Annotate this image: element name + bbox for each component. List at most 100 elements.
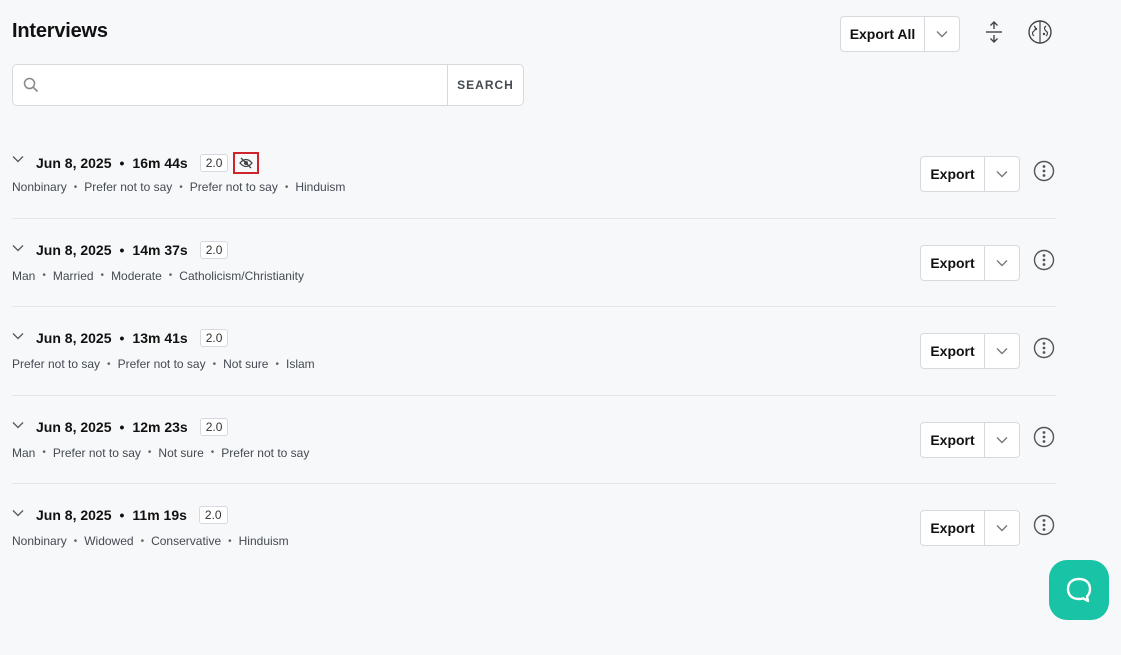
interview-row: Jun 8, 2025 • 14m 37s 2.0 Man • Married • Mo… xyxy=(12,219,1056,307)
export-dropdown-button[interactable] xyxy=(985,246,1019,280)
interview-attribute: Married xyxy=(52,268,94,283)
search-input[interactable] xyxy=(49,65,447,105)
interview-attribute: Moderate xyxy=(111,268,162,283)
expand-row-chevron-icon[interactable] xyxy=(12,508,24,518)
version-badge: 2.0 xyxy=(199,417,229,436)
export-split-button: Export xyxy=(920,244,1020,281)
interview-attributes: Prefer not to say • Prefer not to say • Not … xyxy=(12,357,315,371)
interview-attribute: Man xyxy=(12,268,36,283)
search-bar: SEARCH xyxy=(12,64,524,106)
expand-row-chevron-icon[interactable] xyxy=(12,331,24,341)
more-options-icon[interactable] xyxy=(1033,514,1055,536)
interview-row: Jun 8, 2025 • 13m 41s 2.0 Prefer not to … xyxy=(12,307,1056,396)
chevron-down-icon xyxy=(996,259,1008,266)
export-split-button: Export xyxy=(920,156,1020,192)
expand-collapse-icon xyxy=(986,21,1002,43)
version-badge: 2.0 xyxy=(199,240,229,259)
export-button[interactable]: Export xyxy=(921,422,985,457)
interview-attribute: Prefer not to say xyxy=(117,357,206,371)
export-button[interactable]: Export xyxy=(921,245,985,280)
headline-separator: • xyxy=(119,507,125,523)
interview-attribute: Widowed xyxy=(84,534,134,548)
expand-row-chevron-icon[interactable] xyxy=(12,243,24,253)
search-icon-wrapper xyxy=(13,65,49,105)
expand-collapse-button[interactable] xyxy=(982,20,1006,44)
interview-attribute: Nonbinary xyxy=(12,180,67,194)
chat-bubble-icon xyxy=(1066,577,1092,603)
hidden-indicator[interactable] xyxy=(233,152,260,174)
export-all-dropdown-button[interactable] xyxy=(925,17,959,51)
interview-attribute: Not sure xyxy=(223,357,269,371)
interview-headline: Jun 8, 2025 • 14m 37s 2.0 xyxy=(36,240,229,259)
interview-attribute: Man xyxy=(12,445,36,460)
export-button[interactable]: Export xyxy=(921,157,985,191)
more-options-icon[interactable] xyxy=(1033,249,1055,271)
interview-date: Jun 8, 2025 xyxy=(36,330,112,346)
meta-separator: • xyxy=(42,447,46,458)
meta-separator: • xyxy=(107,358,111,370)
more-options-icon[interactable] xyxy=(1033,160,1055,182)
ai-assistant-button[interactable] xyxy=(1026,18,1054,46)
interview-date: Jun 8, 2025 xyxy=(36,241,112,258)
interview-headline: Jun 8, 2025 • 13m 41s 2.0 xyxy=(36,329,229,347)
export-button[interactable]: Export xyxy=(921,334,985,368)
chevron-down-icon xyxy=(996,436,1008,443)
interview-date: Jun 8, 2025 xyxy=(36,507,112,523)
version-badge: 2.0 xyxy=(198,506,228,524)
brain-icon xyxy=(1028,20,1052,44)
interview-attribute: Nonbinary xyxy=(12,534,67,548)
interview-attribute: Hinduism xyxy=(295,180,346,194)
meta-separator: • xyxy=(168,270,173,281)
meta-separator: • xyxy=(140,535,145,547)
meta-separator: • xyxy=(100,270,105,281)
interview-date: Jun 8, 2025 xyxy=(36,418,112,435)
headline-separator: • xyxy=(119,155,125,171)
meta-separator: • xyxy=(284,181,289,193)
export-all-split-button: Export All xyxy=(840,16,960,52)
interview-attribute: Hinduism xyxy=(238,534,289,548)
headline-separator: • xyxy=(119,418,125,435)
interview-attribute: Not sure xyxy=(158,445,204,460)
version-badge: 2.0 xyxy=(199,329,229,347)
interview-attribute: Prefer not to say xyxy=(52,445,141,460)
meta-separator: • xyxy=(212,358,217,370)
meta-separator: • xyxy=(228,535,232,547)
chevron-down-icon xyxy=(996,171,1008,178)
interview-attribute: Prefer not to say xyxy=(189,180,278,194)
chevron-down-icon xyxy=(996,348,1008,355)
expand-row-chevron-icon[interactable] xyxy=(12,420,24,430)
meta-separator: • xyxy=(73,181,78,193)
search-button[interactable]: SEARCH xyxy=(447,65,523,105)
interview-duration: 16m 44s xyxy=(132,155,188,171)
export-dropdown-button[interactable] xyxy=(985,334,1019,368)
interview-attributes: Man • Prefer not to say • Not sure • Prefer no… xyxy=(12,446,309,460)
interview-attribute: Catholicism/Christianity xyxy=(179,268,304,283)
version-badge: 2.0 xyxy=(199,154,229,172)
export-split-button: Export xyxy=(920,510,1020,546)
interview-attribute: Conservative xyxy=(151,534,222,548)
more-options-icon[interactable] xyxy=(1033,426,1055,448)
interview-attribute: Prefer not to say xyxy=(221,445,310,460)
interview-row: Jun 8, 2025 • 16m 44s 2.0 Nonbinary • Pref… xyxy=(12,130,1056,219)
export-dropdown-button[interactable] xyxy=(985,157,1019,191)
interview-headline: Jun 8, 2025 • 12m 23s 2.0 xyxy=(36,417,229,436)
export-dropdown-button[interactable] xyxy=(985,423,1019,457)
interview-attribute: Prefer not to say xyxy=(12,357,101,371)
export-all-button[interactable]: Export All xyxy=(841,17,925,51)
expand-row-chevron-icon[interactable] xyxy=(12,154,24,164)
interview-attributes: Man • Married • Moderate • Catholicism/Christi… xyxy=(12,269,304,283)
interview-headline: Jun 8, 2025 • 11m 19s 2.0 xyxy=(36,506,228,524)
meta-separator: • xyxy=(147,447,152,458)
interview-row: Jun 8, 2025 • 11m 19s 2.0 Nonbinary • Wido… xyxy=(12,484,1056,573)
more-options-icon[interactable] xyxy=(1033,337,1055,359)
interview-duration: 14m 37s xyxy=(132,241,188,258)
interview-attribute: Islam xyxy=(286,357,315,371)
interview-list: Jun 8, 2025 • 16m 44s 2.0 Nonbinary • Pref… xyxy=(12,130,1056,573)
export-dropdown-button[interactable] xyxy=(985,511,1019,545)
interview-headline: Jun 8, 2025 • 16m 44s 2.0 xyxy=(36,152,260,174)
export-button[interactable]: Export xyxy=(921,511,985,545)
interview-duration: 13m 41s xyxy=(132,330,188,346)
interview-duration: 12m 23s xyxy=(132,418,188,435)
chat-launcher-button[interactable] xyxy=(1049,560,1109,620)
page-title: Interviews xyxy=(12,20,108,42)
